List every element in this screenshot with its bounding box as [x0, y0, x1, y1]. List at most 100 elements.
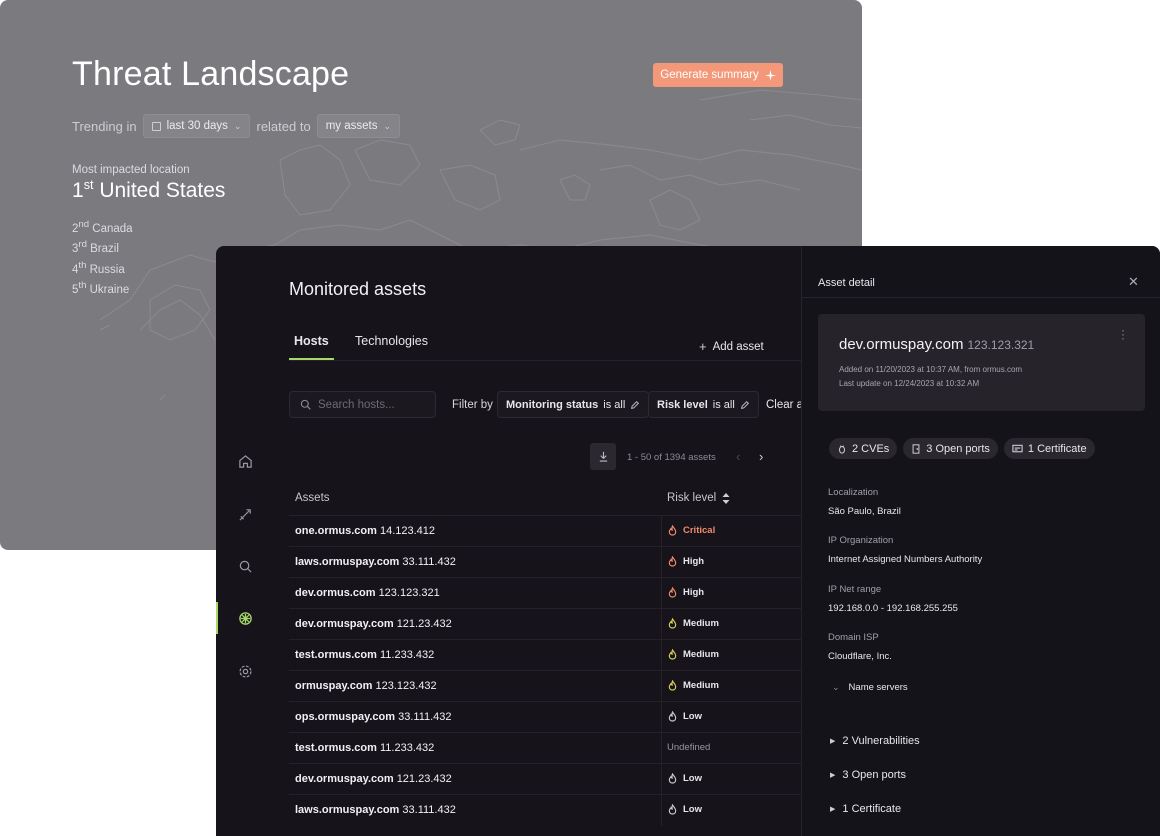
scope-select[interactable]: my assets ⌄: [316, 114, 400, 138]
cell-divider: [661, 671, 662, 702]
tab-hosts[interactable]: Hosts: [294, 334, 329, 348]
table-row[interactable]: one.ormus.com 14.123.412 Critical: [289, 515, 801, 547]
gear-icon[interactable]: [236, 662, 254, 680]
search-icon[interactable]: [236, 557, 254, 575]
more-options-icon[interactable]: · · ·: [1121, 324, 1125, 344]
tabs-divider: [289, 360, 801, 361]
asset-name: dev.ormuspay.com 121.23.432: [295, 773, 452, 785]
asset-ip: 123.123.432: [375, 680, 437, 692]
cell-divider: [661, 516, 662, 547]
rank-suffix: rd: [78, 239, 87, 251]
add-asset-label: Add asset: [712, 340, 764, 353]
host-heading: dev.ormuspay.com 123.123.321: [839, 336, 1034, 353]
assets-table: one.ormus.com 14.123.412 Critical laws.orm…: [289, 515, 801, 826]
certificate-section[interactable]: ▶ 1 Certificate: [830, 803, 901, 815]
host-name: dev.ormuspay.com: [839, 336, 964, 353]
monitoring-status-filter[interactable]: Monitoring status is all: [497, 391, 650, 418]
section-label: 3 Open ports: [842, 769, 906, 781]
column-header-risk[interactable]: Risk level: [667, 492, 730, 504]
table-row[interactable]: dev.ormus.com 123.123.321 High: [289, 577, 801, 609]
vulnerabilities-section[interactable]: ▶ 2 Vulnerabilities: [830, 735, 920, 747]
section-label: 2 Vulnerabilities: [842, 735, 920, 747]
certificate-badge[interactable]: 1 Certificate: [1003, 438, 1095, 459]
sort-icon: [722, 492, 730, 504]
flame-icon: [668, 773, 677, 784]
asset-name: one.ormus.com 14.123.412: [295, 525, 435, 537]
risk-label: High: [683, 556, 705, 567]
risk-level-value: Low: [668, 773, 702, 784]
close-icon[interactable]: ✕: [1128, 274, 1139, 290]
name-servers-toggle[interactable]: ⌄ Name servers: [832, 682, 908, 693]
asset-host: dev.ormuspay.com: [295, 773, 394, 785]
badge-label: 3 Open ports: [926, 442, 990, 455]
table-row[interactable]: dev.ormuspay.com 121.23.432 Low: [289, 763, 801, 795]
flame-icon: [668, 680, 677, 691]
monitored-assets-window: Monitored assets Hosts Technologies + Ad…: [216, 246, 1160, 836]
table-row[interactable]: test.ormus.com 11.233.432 Undefined: [289, 732, 801, 764]
asset-detail-panel: Asset detail ✕ dev.ormuspay.com 123.123.3…: [801, 246, 1160, 836]
table-row[interactable]: laws.ormuspay.com 33.111.432 Low: [289, 794, 801, 826]
asset-host: test.ormus.com: [295, 649, 377, 661]
domain-isp-value: Cloudflare, Inc.: [828, 651, 892, 662]
caret-right-icon: ▶: [830, 772, 836, 779]
host-summary-card: dev.ormuspay.com 123.123.321 · · · Added on…: [818, 314, 1145, 411]
table-row[interactable]: ops.ormuspay.com 33.111.432 Low: [289, 701, 801, 733]
top-rank: 1: [72, 179, 84, 202]
assets-icon[interactable]: [236, 609, 254, 627]
table-row[interactable]: dev.ormuspay.com 121.23.432 Medium: [289, 608, 801, 640]
top-country: United States: [99, 179, 226, 202]
column-header-assets[interactable]: Assets: [295, 492, 330, 504]
top-rank-suffix: st: [83, 178, 94, 192]
table-row[interactable]: laws.ormuspay.com 33.111.432 High: [289, 546, 801, 578]
asset-name: ops.ormuspay.com 33.111.432: [295, 711, 452, 723]
generate-summary-button[interactable]: Generate summary: [653, 63, 783, 87]
rank-country: Brazil: [90, 243, 119, 256]
flame-icon: [668, 804, 677, 815]
rocket-icon[interactable]: [236, 505, 254, 523]
download-button[interactable]: [590, 443, 616, 470]
risk-label: Low: [683, 711, 702, 722]
sparkle-icon: [764, 69, 776, 81]
most-impacted-label: Most impacted location: [72, 164, 190, 176]
flame-icon: [668, 525, 677, 536]
clear-all-button[interactable]: Clear all: [766, 399, 801, 411]
risk-label: Low: [683, 804, 702, 815]
table-row[interactable]: ormuspay.com 123.123.432 Medium: [289, 670, 801, 702]
asset-host: laws.ormuspay.com: [295, 556, 400, 568]
scope-value: my assets: [325, 120, 378, 132]
risk-level-value: Low: [668, 711, 702, 722]
home-icon[interactable]: [236, 452, 254, 470]
rank-suffix: th: [78, 259, 87, 271]
section-title: Monitored assets: [289, 279, 427, 299]
risk-level-filter[interactable]: Risk level is all: [648, 391, 759, 418]
related-label: related to: [256, 118, 311, 134]
add-asset-button[interactable]: + Add asset: [699, 339, 764, 354]
asset-name: test.ormus.com 11.233.432: [295, 649, 434, 661]
range-select[interactable]: last 30 days ⌄: [142, 114, 251, 138]
risk-level-value: High: [668, 556, 704, 567]
door-icon: [912, 443, 920, 454]
rank-country: Canada: [92, 222, 133, 235]
rank-country: Russia: [89, 263, 125, 276]
flame-icon: [668, 556, 677, 567]
tab-technologies[interactable]: Technologies: [355, 334, 428, 348]
risk-level-value: Critical: [668, 525, 715, 536]
table-row[interactable]: test.ormus.com 11.233.432 Medium: [289, 639, 801, 671]
asset-name: dev.ormuspay.com 121.23.432: [295, 618, 452, 630]
filter-value: is all: [603, 398, 626, 411]
previous-page-button[interactable]: ‹: [736, 449, 740, 464]
risk-label: High: [683, 587, 705, 598]
cves-badge[interactable]: 2 CVEs: [829, 438, 898, 459]
host-badges: 2 CVEs 3 Open ports 1 Certificate: [829, 438, 1095, 459]
search-input[interactable]: Search hosts...: [289, 391, 436, 418]
host-ip: 123.123.321: [967, 338, 1035, 352]
open-ports-badge[interactable]: 3 Open ports: [903, 438, 998, 459]
page-title: Threat Landscape: [72, 55, 350, 93]
download-icon: [599, 451, 607, 462]
asset-ip: 11.233.432: [379, 742, 435, 754]
generate-summary-label: Generate summary: [660, 69, 759, 81]
open-ports-section[interactable]: ▶ 3 Open ports: [830, 769, 906, 781]
next-page-button[interactable]: ›: [759, 449, 763, 464]
asset-name: laws.ormuspay.com 33.111.432: [295, 804, 456, 816]
ip-net-range-label: IP Net range: [828, 584, 882, 595]
